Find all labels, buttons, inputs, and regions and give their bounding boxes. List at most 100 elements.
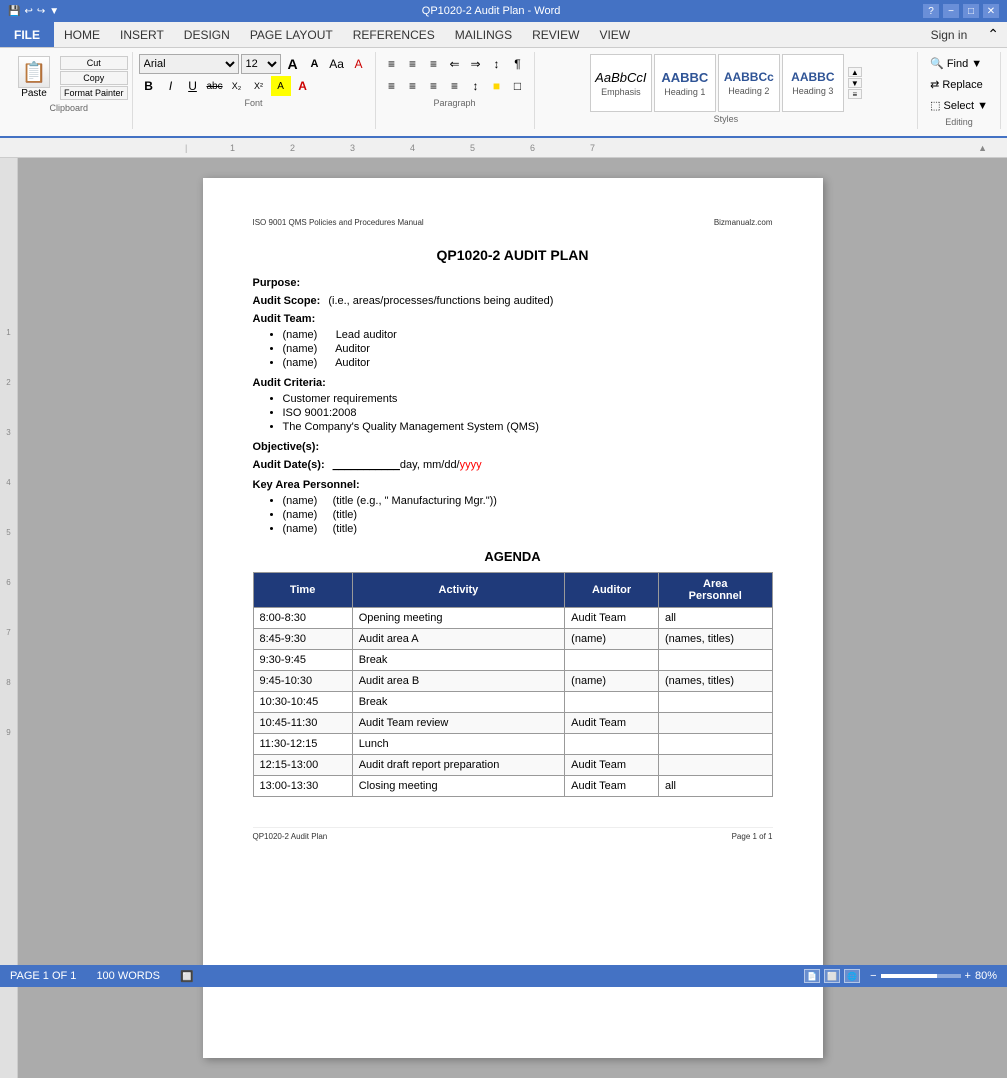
status-words: 100 WORDS	[96, 970, 160, 982]
cell-time: 13:00-13:30	[253, 776, 352, 797]
table-row: 10:45-11:30 Audit Team review Audit Team	[253, 713, 772, 734]
table-row: 8:00-8:30 Opening meeting Audit Team all	[253, 608, 772, 629]
line-spacing-button[interactable]: ↕	[466, 76, 486, 96]
font-label: Font	[245, 98, 263, 108]
table-row: 11:30-12:15 Lunch	[253, 734, 772, 755]
cut-button[interactable]: Cut	[60, 56, 128, 70]
select-dropdown-icon: ▼	[977, 100, 988, 112]
zoom-out-icon[interactable]: −	[870, 970, 876, 982]
help-button[interactable]: ?	[923, 4, 939, 18]
key-area-personnel-section: Key Area Personnel: (name) (title (e.g.,…	[253, 479, 773, 535]
cell-personnel	[658, 755, 772, 776]
window-title: QP1020-2 Audit Plan - Word	[59, 5, 923, 17]
file-menu[interactable]: FILE	[0, 22, 54, 47]
styles-scroll-up[interactable]: ▲	[848, 67, 862, 77]
style-emphasis[interactable]: AaBbCcI Emphasis	[590, 54, 652, 112]
horizontal-ruler: | 1 2 3 4 5 6 7 ▲	[0, 138, 1007, 158]
col-time: Time	[253, 573, 352, 608]
font-shrink-button[interactable]: A	[305, 54, 325, 74]
cell-time: 9:30-9:45	[253, 650, 352, 671]
find-button[interactable]: 🔍 Find ▼	[924, 54, 994, 73]
replace-icon: ⇄	[930, 78, 939, 91]
cell-auditor	[565, 650, 659, 671]
style-h2-preview: AABBCc	[724, 70, 774, 84]
font-grow-button[interactable]: A	[283, 54, 303, 74]
sort-button[interactable]: ↕	[487, 54, 507, 74]
font-size-select[interactable]: 12	[241, 54, 281, 74]
style-heading1[interactable]: AABBC Heading 1	[654, 54, 716, 112]
copy-button[interactable]: Copy	[60, 71, 128, 85]
align-right-button[interactable]: ≡	[424, 76, 444, 96]
audit-criteria-section: Audit Criteria: Customer requirements IS…	[253, 377, 773, 433]
style-heading3[interactable]: AABBC Heading 3	[782, 54, 844, 112]
criteria-item-1: ISO 9001:2008	[283, 407, 773, 419]
select-button[interactable]: ⬚ Select ▼	[924, 96, 994, 115]
cell-time: 11:30-12:15	[253, 734, 352, 755]
bullets-button[interactable]: ≡	[382, 54, 402, 74]
minimize-button[interactable]: −	[943, 4, 959, 18]
show-hide-button[interactable]: ¶	[508, 54, 528, 74]
menu-home[interactable]: HOME	[54, 25, 110, 45]
full-screen-icon[interactable]: ⬜	[824, 969, 840, 983]
clear-format-button[interactable]: A	[349, 54, 369, 74]
styles-label: Styles	[714, 114, 739, 124]
border-button[interactable]: □	[508, 76, 528, 96]
cell-activity: Break	[352, 650, 564, 671]
justify-button[interactable]: ≡	[445, 76, 465, 96]
multilevel-list-button[interactable]: ≡	[424, 54, 444, 74]
styles-scroll-down[interactable]: ▼	[848, 78, 862, 88]
replace-button[interactable]: ⇄ Replace	[924, 75, 994, 94]
print-layout-icon[interactable]: 📄	[804, 969, 820, 983]
audit-criteria-label: Audit Criteria:	[253, 377, 773, 389]
find-dropdown-icon: ▼	[971, 58, 982, 70]
strikethrough-button[interactable]: abc	[205, 76, 225, 96]
menu-page-layout[interactable]: PAGE LAYOUT	[240, 25, 343, 45]
superscript-button[interactable]: X²	[249, 76, 269, 96]
subscript-button[interactable]: X₂	[227, 76, 247, 96]
page-header: ISO 9001 QMS Policies and Procedures Man…	[253, 218, 773, 227]
menu-references[interactable]: REFERENCES	[343, 25, 445, 45]
maximize-button[interactable]: □	[963, 4, 979, 18]
styles-more[interactable]: ≡	[848, 89, 862, 99]
cell-auditor: Audit Team	[565, 755, 659, 776]
shading-button[interactable]: ■	[487, 76, 507, 96]
align-left-button[interactable]: ≡	[382, 76, 402, 96]
italic-button[interactable]: I	[161, 76, 181, 96]
align-center-button[interactable]: ≡	[403, 76, 423, 96]
key-area-item-2: (name) (title)	[283, 523, 773, 535]
style-emphasis-preview: AaBbCcI	[595, 70, 646, 85]
purpose-section: Purpose:	[253, 277, 773, 289]
menu-mailings[interactable]: MAILINGS	[445, 25, 522, 45]
format-painter-button[interactable]: Format Painter	[60, 86, 128, 100]
decrease-indent-button[interactable]: ⇐	[445, 54, 465, 74]
web-layout-icon[interactable]: 🌐	[844, 969, 860, 983]
footer-right: Page 1 of 1	[732, 832, 773, 841]
font-color-button[interactable]: A	[293, 76, 313, 96]
cell-time: 9:45-10:30	[253, 671, 352, 692]
change-case-button[interactable]: Aa	[327, 54, 347, 74]
menu-design[interactable]: DESIGN	[174, 25, 240, 45]
cell-activity: Audit Team review	[352, 713, 564, 734]
increase-indent-button[interactable]: ⇒	[466, 54, 486, 74]
close-button[interactable]: ✕	[983, 4, 999, 18]
style-heading2[interactable]: AABBCc Heading 2	[718, 54, 780, 112]
menu-insert[interactable]: INSERT	[110, 25, 174, 45]
bold-button[interactable]: B	[139, 76, 159, 96]
text-highlight-button[interactable]: A	[271, 76, 291, 96]
paste-button[interactable]: 📋 Paste	[10, 54, 58, 101]
document-page[interactable]: ISO 9001 QMS Policies and Procedures Man…	[203, 178, 823, 1058]
ribbon-collapse-button[interactable]: ⌃	[979, 26, 1007, 43]
zoom-in-icon[interactable]: +	[965, 970, 971, 982]
clipboard-group: 📋 Paste Cut Copy Format Painter Clipboar…	[6, 52, 133, 129]
numbering-button[interactable]: ≡	[403, 54, 423, 74]
menu-view[interactable]: VIEW	[589, 25, 640, 45]
status-track: 🔲	[180, 970, 194, 983]
underline-button[interactable]: U	[183, 76, 203, 96]
sign-in-button[interactable]: Sign in	[919, 25, 980, 45]
audit-criteria-list: Customer requirements ISO 9001:2008 The …	[283, 393, 773, 433]
zoom-slider[interactable]	[881, 974, 961, 978]
style-emphasis-label: Emphasis	[601, 87, 641, 97]
font-name-select[interactable]: Arial	[139, 54, 239, 74]
cell-auditor: (name)	[565, 671, 659, 692]
menu-review[interactable]: REVIEW	[522, 25, 589, 45]
